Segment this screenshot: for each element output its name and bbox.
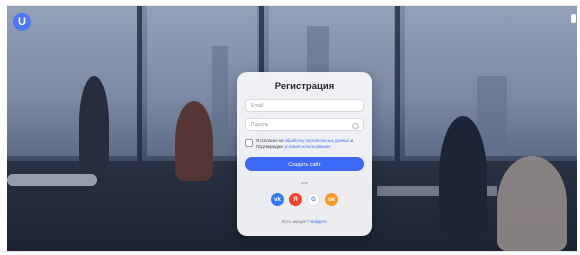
site-logo[interactable]: U bbox=[13, 13, 31, 31]
registration-card: Регистрация Я согласен на обработку перс… bbox=[237, 72, 372, 236]
consent-text: Я согласен на обработку персональных дан… bbox=[256, 138, 353, 149]
password-field-wrap bbox=[245, 118, 364, 131]
create-site-button[interactable]: Создать сайт bbox=[245, 157, 364, 171]
consent-checkbox[interactable] bbox=[245, 139, 253, 147]
yandex-login-icon[interactable]: Я bbox=[289, 193, 302, 206]
form-title: Регистрация bbox=[274, 81, 335, 92]
consent-row: Я согласен на обработку персональных дан… bbox=[245, 138, 364, 150]
terms-of-use-link[interactable]: условия использования bbox=[284, 144, 330, 149]
vk-login-icon[interactable]: vk bbox=[271, 193, 284, 206]
odnoklassniki-login-icon[interactable]: ок bbox=[325, 193, 338, 206]
login-link[interactable]: Войдите bbox=[310, 219, 326, 224]
screenshot-left-edge bbox=[0, 0, 7, 255]
screenshot-bottom-edge bbox=[0, 251, 580, 255]
google-login-icon[interactable]: G bbox=[307, 193, 320, 206]
login-prompt: Есть аккаунт? Войдите bbox=[282, 219, 327, 224]
or-divider: или bbox=[301, 180, 308, 185]
email-field[interactable] bbox=[245, 99, 364, 112]
show-password-eye-icon[interactable] bbox=[352, 123, 359, 129]
password-field[interactable] bbox=[245, 118, 364, 131]
edge-tab-icon bbox=[571, 14, 576, 23]
personal-data-link[interactable]: обработку персональных данных bbox=[285, 138, 350, 143]
social-login-row: vk Я G ок bbox=[245, 193, 364, 206]
